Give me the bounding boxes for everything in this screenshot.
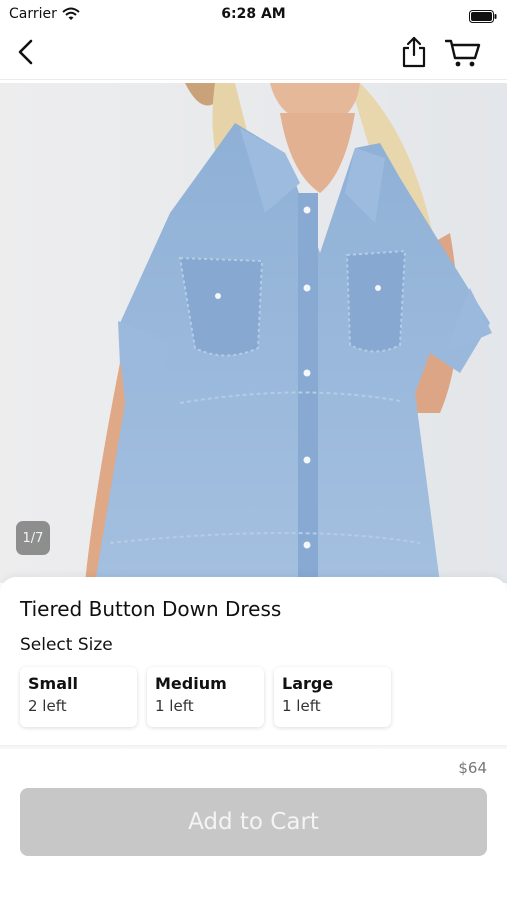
product-image[interactable]	[0, 83, 507, 583]
share-button[interactable]	[398, 34, 430, 70]
status-bar: Carrier 6:28 AM	[0, 0, 507, 28]
price-label: $64	[458, 759, 487, 777]
cart-button[interactable]	[444, 36, 482, 70]
battery-icon	[469, 8, 497, 27]
size-options: Small 2 left Medium 1 left Large 1 left	[20, 667, 391, 727]
size-name: Small	[28, 674, 78, 693]
size-stock: 2 left	[28, 697, 67, 715]
clock: 6:28 AM	[221, 6, 286, 22]
size-stock: 1 left	[155, 697, 194, 715]
divider	[0, 745, 507, 749]
size-stock: 1 left	[282, 697, 321, 715]
share-icon	[402, 36, 426, 68]
product-sheet: Tiered Button Down Dress Select Size Sma…	[0, 577, 507, 900]
size-option-small[interactable]: Small 2 left	[20, 667, 137, 727]
size-name: Medium	[155, 674, 227, 693]
back-button[interactable]	[10, 36, 42, 68]
select-size-label: Select Size	[20, 635, 113, 655]
image-counter: 1/7	[16, 521, 50, 555]
nav-bar	[0, 28, 507, 80]
size-option-large[interactable]: Large 1 left	[274, 667, 391, 727]
cart-icon	[445, 39, 481, 67]
size-name: Large	[282, 674, 334, 693]
chevron-left-icon	[18, 39, 33, 65]
product-title: Tiered Button Down Dress	[20, 597, 282, 621]
size-option-medium[interactable]: Medium 1 left	[147, 667, 264, 727]
add-to-cart-button[interactable]: Add to Cart	[20, 788, 487, 856]
